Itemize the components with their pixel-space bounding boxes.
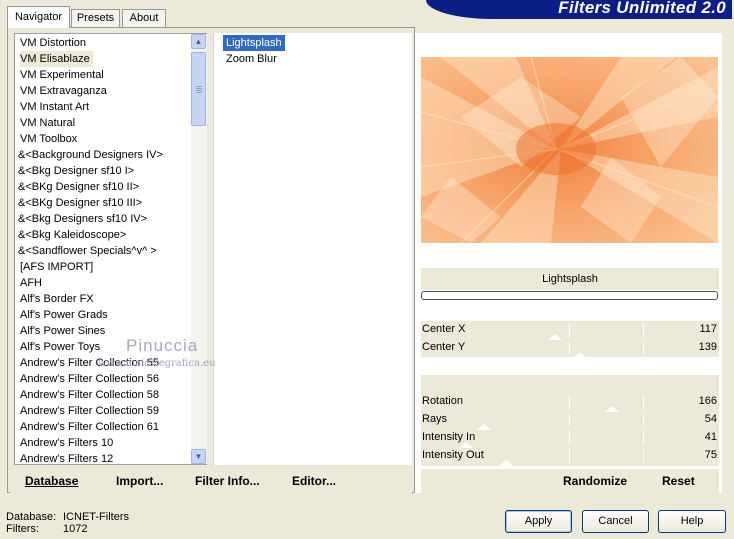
tab-presets[interactable]: Presets [71, 9, 120, 27]
category-scrollbar[interactable]: ▲ ▼ [191, 34, 207, 464]
category-item[interactable]: AFH [15, 275, 206, 291]
category-item[interactable]: &<Bkg Designer sf10 I> [15, 163, 206, 179]
filter-list[interactable]: Lightsplash Zoom Blur [213, 33, 412, 465]
scroll-up-button[interactable]: ▲ [191, 34, 206, 49]
intensity-out-label: Intensity Out [422, 449, 484, 461]
cancel-button[interactable]: Cancel [582, 510, 649, 533]
title-banner: Filters Unlimited 2.0 [426, 0, 732, 19]
category-item[interactable]: VM Natural [15, 115, 206, 131]
rotation-value: 166 [698, 395, 717, 407]
rays-label: Rays [422, 413, 448, 425]
filter-info-button[interactable]: Filter Info... [195, 474, 260, 488]
progress-bar [421, 291, 718, 300]
slider-center-y[interactable]: Center Y 139 [421, 339, 719, 358]
category-item[interactable]: Alf's Border FX [15, 291, 206, 307]
filter-item-zoom-blur[interactable]: Zoom Blur [223, 51, 280, 67]
database-status-value: ICNET-Filters [63, 511, 129, 523]
category-item[interactable]: &<BKg Designer sf10 III> [15, 195, 206, 211]
slider-intensity-out[interactable]: Intensity Out 75 [421, 447, 719, 466]
help-button[interactable]: Help [658, 510, 726, 533]
reset-button[interactable]: Reset [662, 474, 695, 488]
intensity-in-value: 41 [704, 431, 717, 443]
category-item[interactable]: VM Experimental [15, 67, 206, 83]
parameter-sliders: Center X 117 Center Y 139 Rotation 166 R… [421, 321, 719, 466]
navigator-toolbar: Database Import... Filter Info... Editor… [10, 467, 412, 493]
center-y-label: Center Y [422, 341, 466, 353]
watermark-name: Pinuccia [126, 336, 199, 355]
category-item[interactable]: Alf's Power Grads [15, 307, 206, 323]
scroll-thumb[interactable] [191, 52, 206, 126]
randomize-button[interactable]: Randomize [563, 474, 627, 488]
filters-status-value: 1072 [63, 523, 88, 535]
tab-presets-label: Presets [76, 12, 115, 24]
scroll-down-button[interactable]: ▼ [191, 449, 206, 464]
category-item[interactable]: &<BKg Designer sf10 II> [15, 179, 206, 195]
intensity-out-value: 75 [704, 449, 717, 461]
category-item[interactable]: Andrew's Filter Collection 59 [15, 403, 206, 419]
rays-value: 54 [704, 413, 717, 425]
filter-panel: Lightsplash Center X 117 Center Y 139 Ro… [415, 33, 722, 493]
center-x-label: Center X [422, 323, 466, 335]
category-item[interactable]: VM Distortion [15, 35, 206, 51]
category-item[interactable]: Andrew's Filter Collection 61 [15, 419, 206, 435]
category-item[interactable]: VM Toolbox [15, 131, 206, 147]
category-item[interactable]: VM Extravaganza [15, 83, 206, 99]
category-item[interactable]: &<Background Designers IV> [15, 147, 206, 163]
effect-name: Lightsplash [542, 273, 598, 285]
rotation-label: Rotation [422, 395, 463, 407]
category-item[interactable]: Andrew's Filters 12 [15, 451, 206, 464]
tab-about[interactable]: About [122, 9, 166, 27]
filters-status-label: Filters: [6, 523, 39, 535]
intensity-out-thumb[interactable] [499, 460, 513, 466]
apply-label: Apply [524, 515, 553, 527]
tab-about-label: About [129, 12, 159, 24]
category-item-selected-label: VM Elisablaze [20, 51, 93, 67]
slider-empty-1 [421, 357, 719, 375]
database-status-label: Database: [6, 511, 57, 523]
editor-button[interactable]: Editor... [292, 474, 336, 488]
effect-name-bar: Lightsplash [421, 268, 719, 290]
category-item[interactable]: [AFS IMPORT] [15, 259, 206, 275]
category-list[interactable]: VM Distortion VM Elisablaze VM Experimenta… [14, 33, 207, 465]
slider-empty-2 [421, 375, 719, 393]
center-y-value: 139 [698, 341, 717, 353]
slider-rotation[interactable]: Rotation 166 [421, 393, 719, 412]
import-button[interactable]: Import... [116, 474, 163, 488]
cancel-label: Cancel [598, 515, 633, 527]
lightsplash-preview-graphic [421, 57, 718, 243]
filter-item-lightsplash[interactable]: Lightsplash [223, 35, 285, 51]
tab-navigator[interactable]: Navigator [7, 6, 70, 28]
center-x-value: 117 [699, 323, 717, 335]
tab-navigator-label: Navigator [14, 11, 63, 23]
help-label: Help [680, 515, 704, 527]
slider-center-x[interactable]: Center X 117 [421, 321, 719, 340]
category-item[interactable]: VM Instant Art [15, 99, 206, 115]
category-item[interactable]: &<Sandflower Specials^v^ > [15, 243, 206, 259]
database-button[interactable]: Database [25, 474, 78, 488]
filter-actions: Randomize Reset [421, 469, 719, 493]
category-item[interactable]: Andrew's Filter Collection 56 [15, 371, 206, 387]
apply-button[interactable]: Apply [505, 510, 572, 533]
category-item[interactable]: Andrew's Filters 10 [15, 435, 206, 451]
category-item[interactable]: Andrew's Filter Collection 58 [15, 387, 206, 403]
category-item[interactable]: &<Bkg Designers sf10 IV> [15, 211, 206, 227]
banner-title: Filters Unlimited 2.0 [558, 0, 726, 17]
watermark-site: www.maidiregrafica.eu [98, 358, 216, 369]
preview-image [421, 57, 718, 243]
category-item[interactable]: &<Bkg Kaleidoscope> [15, 227, 206, 243]
slider-intensity-in[interactable]: Intensity In 41 [421, 429, 719, 448]
slider-rays[interactable]: Rays 54 [421, 411, 719, 430]
category-item[interactable]: VM Elisablaze [15, 51, 206, 67]
